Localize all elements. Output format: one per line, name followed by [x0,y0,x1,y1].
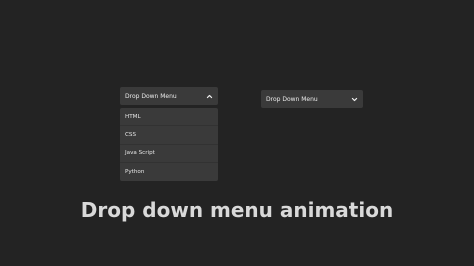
menu-item-label: CSS [125,131,137,138]
menu-item-css[interactable]: CSS [120,126,218,145]
page-caption: Drop down menu animation [80,198,394,222]
dropdown-menu: HTML CSS Java Script Python [120,108,218,181]
menu-item-html[interactable]: HTML [120,108,218,127]
dropdown-open-label: Drop Down Menu [125,92,177,100]
chevron-down-icon [351,96,358,103]
menu-item-label: HTML [125,113,141,120]
dropdown-closed-trigger[interactable]: Drop Down Menu [261,90,363,108]
menu-item-javascript[interactable]: Java Script [120,145,218,163]
menu-item-label: Python [125,168,145,175]
dropdown-open-trigger[interactable]: Drop Down Menu [120,87,218,105]
dropdown-closed-label: Drop Down Menu [266,95,318,103]
chevron-up-icon [206,93,213,100]
menu-item-python[interactable]: Python [120,163,218,181]
menu-item-label: Java Script [125,150,155,157]
